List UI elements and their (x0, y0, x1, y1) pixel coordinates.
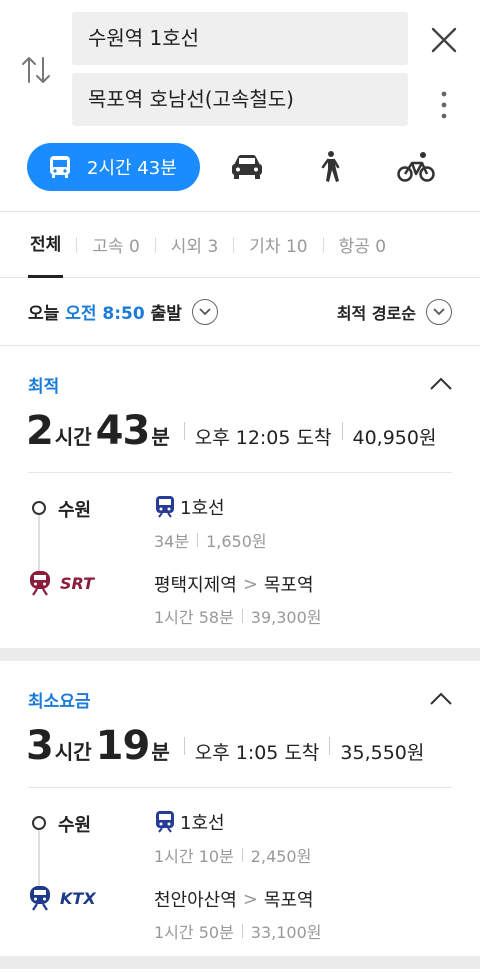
tab-divider (76, 236, 78, 253)
arrival-time: 오후 12:05 도착 (194, 427, 332, 449)
route-summary: 3 시간 19 분 오후 1:05 도착 35,550원 (26, 723, 424, 769)
leg-fare: 1,650원 (206, 532, 267, 551)
leg-duration: 1시간 10분 (154, 847, 234, 866)
transit-mode-button[interactable]: 2시간 43분 (27, 143, 200, 191)
route-card-best[interactable]: 최적 2 시간 43 분 오후 12:05 도착 40,950원 수원 1호선 … (0, 346, 480, 648)
tab-all[interactable]: 전체 (27, 212, 64, 278)
sort-chevron-down-icon[interactable] (426, 298, 452, 325)
departure-bar: 오늘 오전 8:50 출발 최적 경로순 (0, 278, 480, 346)
chevron-up-icon[interactable] (428, 374, 454, 394)
line-name: 1호선 (180, 498, 225, 519)
leg2-details: 1시간 58분 39,300원 (154, 604, 322, 628)
leg-fare: 2,450원 (250, 847, 312, 866)
leg1-details: 1시간 10분 2,450원 (154, 843, 311, 867)
duration-minutes: 19 (95, 723, 151, 769)
sort-order[interactable]: 최적 경로순 (337, 300, 416, 324)
card-gap (0, 956, 480, 969)
departure-time: 오전 8:50 (65, 304, 145, 324)
line-name: 1호선 (180, 813, 225, 834)
route-search-header: 수원역 1호선 목포역 호남선(고속철도) 2시간 43분 (0, 0, 480, 212)
leg-fare: 33,100원 (250, 923, 322, 942)
route-summary: 2 시간 43 분 오후 12:05 도착 40,950원 (26, 408, 436, 454)
train-icon (30, 886, 50, 911)
destination-field[interactable]: 목포역 호남선(고속철도) (72, 73, 408, 126)
minutes-unit: 분 (151, 740, 170, 764)
leg1-line: 1호선 (154, 494, 225, 520)
leg-duration: 1시간 50분 (154, 923, 234, 942)
departure-suffix: 출발 (150, 304, 182, 324)
total-fare: 35,550원 (340, 742, 425, 764)
tab-express-bus[interactable]: 고속 0 (92, 232, 140, 257)
tab-train[interactable]: 기차 10 (249, 232, 307, 257)
origin-field[interactable]: 수원역 1호선 (72, 12, 408, 65)
departure-time-chevron-down-icon[interactable] (191, 298, 218, 325)
start-station: 수원 (58, 500, 92, 521)
tab-divider (322, 236, 324, 253)
tab-air[interactable]: 항공 0 (339, 232, 387, 257)
leg-duration: 1시간 58분 (154, 608, 234, 627)
route-label: 최소요금 (28, 692, 91, 712)
hours-unit: 시간 (54, 425, 92, 449)
arrival-time: 오후 1:05 도착 (194, 742, 320, 764)
leg-from-station: 천안아산역 (154, 890, 237, 911)
start-dot (32, 501, 46, 515)
leg2-details: 1시간 50분 33,100원 (154, 919, 322, 943)
leg-from-station: 평택지제역 (154, 575, 237, 596)
ktx-logo: KTX (28, 885, 96, 911)
train-icon (30, 571, 50, 596)
start-dot (32, 816, 46, 830)
leg1-details: 34분 1,650원 (154, 528, 267, 552)
tab-divider (154, 236, 156, 253)
hours-unit: 시간 (54, 740, 92, 764)
transit-duration: 2시간 43분 (87, 158, 177, 179)
minutes-unit: 분 (151, 425, 170, 449)
subway-icon (156, 811, 174, 833)
tab-divider (233, 236, 235, 253)
leg2-stations: 천안아산역 > 목포역 (154, 886, 314, 912)
subway-icon (156, 496, 174, 518)
duration-minutes: 43 (95, 408, 151, 454)
srt-logo: SRT (28, 570, 94, 596)
bike-icon[interactable] (396, 148, 436, 186)
leg-to-station: 목포역 (263, 890, 314, 911)
tab-intercity-bus[interactable]: 시외 3 (171, 232, 219, 257)
route-label: 최적 (28, 377, 60, 397)
duration-hours: 3 (26, 723, 54, 769)
start-station: 수원 (58, 815, 92, 836)
transport-type-tabs: 전체 고속 0 시외 3 기차 10 항공 0 (0, 212, 480, 278)
more-icon[interactable] (434, 88, 454, 124)
leg-fare: 39,300원 (250, 608, 322, 627)
total-fare: 40,950원 (352, 427, 437, 449)
duration-hours: 2 (26, 408, 54, 454)
car-icon[interactable] (227, 148, 267, 186)
bus-icon (50, 156, 70, 178)
walk-icon[interactable] (311, 148, 351, 186)
card-gap (0, 648, 480, 661)
leg-to-station: 목포역 (263, 575, 314, 596)
leg-duration: 34분 (154, 532, 190, 551)
departure-day: 오늘 (28, 304, 60, 324)
train-brand: KTX (60, 888, 96, 908)
swap-icon[interactable] (20, 52, 52, 88)
leg2-stations: 평택지제역 > 목포역 (154, 571, 314, 597)
leg1-line: 1호선 (154, 809, 225, 835)
chevron-up-icon[interactable] (428, 689, 454, 709)
train-brand: SRT (60, 573, 95, 593)
route-card-cheapest[interactable]: 최소요금 3 시간 19 분 오후 1:05 도착 35,550원 수원 1호선… (0, 661, 480, 956)
close-icon[interactable] (428, 24, 460, 56)
